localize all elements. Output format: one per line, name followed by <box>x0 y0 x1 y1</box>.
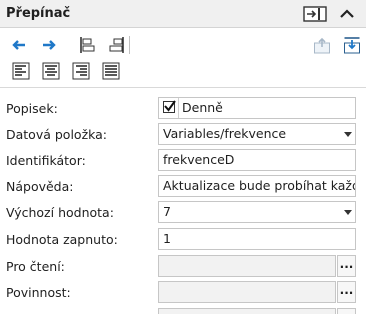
povinnost-label: Povinnost: <box>6 285 71 300</box>
checkmark-icon <box>164 100 176 112</box>
pro-cteni-more-button[interactable]: ... <box>337 255 356 277</box>
povinnost-input[interactable] <box>158 281 336 303</box>
povinnost-more-button[interactable]: ... <box>337 281 356 303</box>
dropdown-arrow-icon[interactable] <box>344 132 352 137</box>
datova-polozka-label: Datová položka: <box>6 127 108 142</box>
pro-cteni-label: Pro čtení: <box>6 259 65 274</box>
pro-cteni-input[interactable] <box>158 255 336 277</box>
property-napoveda: Nápověda: Aktualizace bude probíhat každ… <box>0 174 366 200</box>
arrow-right-icon[interactable] <box>40 36 58 54</box>
popisek-value[interactable]: Denně <box>182 97 223 119</box>
property-vychozi-hodnota: Výchozí hodnota: 7 <box>0 200 366 226</box>
text-align-justify-icon[interactable] <box>102 62 120 80</box>
text-align-left-icon[interactable] <box>12 62 30 80</box>
vychozi-hodnota-value: 7 <box>163 204 171 219</box>
dock-panel-icon[interactable] <box>303 5 327 23</box>
property-datova-polozka: Datová položka: Variables/frekvence <box>0 122 366 148</box>
align-right-edge-icon[interactable] <box>108 36 126 54</box>
arrow-left-icon[interactable] <box>10 36 28 54</box>
section-divider <box>0 87 366 88</box>
napoveda-label: Nápověda: <box>6 179 74 194</box>
toolbar-divider <box>129 36 130 54</box>
next-field-partial <box>158 308 336 314</box>
next-more-button-partial <box>337 308 356 314</box>
hodnota-zapnuto-label: Hodnota zapnuto: <box>6 232 118 247</box>
identifikator-input[interactable]: frekvenceD <box>158 149 356 171</box>
panel-title: Přepínač <box>6 6 71 21</box>
property-popisek: Popisek: Denně <box>0 96 366 122</box>
popisek-checkbox[interactable] <box>163 100 176 113</box>
panel-header: Přepínač <box>0 0 366 28</box>
text-align-center-icon[interactable] <box>42 62 60 80</box>
property-povinnost: Povinnost: ... <box>0 280 366 306</box>
vychozi-hodnota-label: Výchozí hodnota: <box>6 205 114 220</box>
text-align-right-icon[interactable] <box>72 62 90 80</box>
checkbox-divider <box>178 98 179 118</box>
property-hodnota-zapnuto: Hodnota zapnuto: 1 <box>0 227 366 253</box>
dropdown-arrow-icon[interactable] <box>344 210 352 215</box>
align-left-edge-icon[interactable] <box>78 36 96 54</box>
datova-polozka-select[interactable]: Variables/frekvence <box>158 123 356 145</box>
property-pro-cteni: Pro čtení: ... <box>0 254 366 280</box>
import-icon[interactable] <box>343 36 361 54</box>
layout-toolbar <box>0 29 366 85</box>
popisek-label: Popisek: <box>6 101 58 116</box>
vychozi-hodnota-select[interactable]: 7 <box>158 201 356 223</box>
chevron-up-icon[interactable] <box>337 5 357 23</box>
datova-polozka-value: Variables/frekvence <box>163 126 287 141</box>
identifikator-label: Identifikátor: <box>6 153 86 168</box>
property-identifikator: Identifikátor: frekvenceD <box>0 148 366 174</box>
hodnota-zapnuto-input[interactable]: 1 <box>158 228 356 250</box>
napoveda-input[interactable]: Aktualizace bude probíhat každý den <box>158 175 356 197</box>
export-icon[interactable] <box>313 36 331 54</box>
